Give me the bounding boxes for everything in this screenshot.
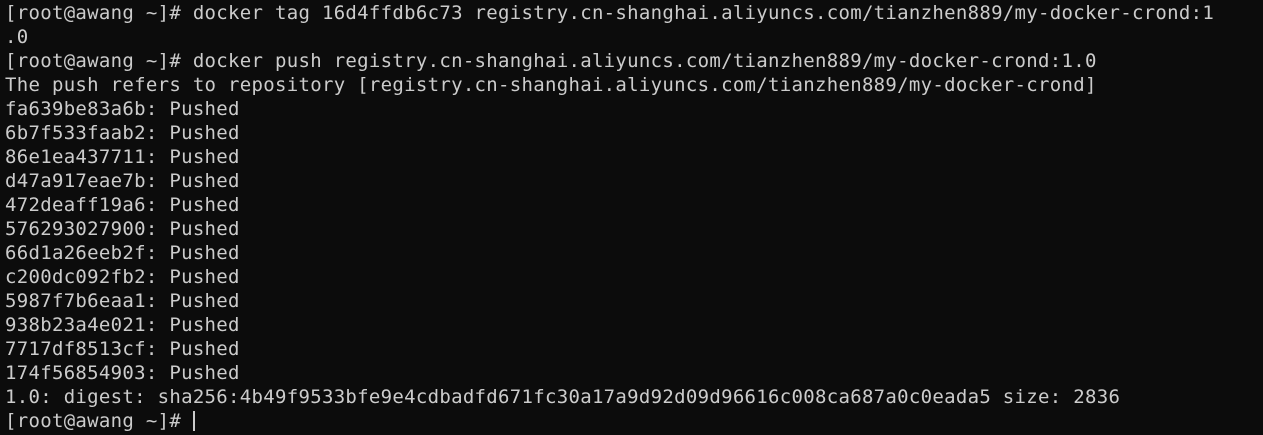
terminal-line: 66d1a26eeb2f: Pushed [5, 242, 240, 264]
terminal-prompt-line[interactable]: [root@awang ~]# [5, 409, 1263, 433]
terminal-line: 1.0: digest: sha256:4b49f9533bfe9e4cdbad… [5, 386, 1121, 408]
terminal-line: 576293027900: Pushed [5, 218, 240, 240]
terminal-line: [root@awang ~]# docker tag 16d4ffdb6c73 … [5, 2, 1215, 24]
terminal-line: c200dc092fb2: Pushed [5, 266, 240, 288]
terminal-line: d47a917eae7b: Pushed [5, 170, 240, 192]
terminal-line: The push refers to repository [registry.… [5, 74, 1097, 96]
terminal-line: 86e1ea437711: Pushed [5, 146, 240, 168]
terminal-line: [root@awang ~]# docker push registry.cn-… [5, 50, 1097, 72]
terminal-line: .0 [5, 26, 29, 48]
terminal-line: 472deaff19a6: Pushed [5, 194, 240, 216]
terminal-line: 7717df8513cf: Pushed [5, 338, 240, 360]
terminal-line: 6b7f533faab2: Pushed [5, 122, 240, 144]
text-cursor [192, 411, 195, 431]
terminal-line: 174f56854903: Pushed [5, 362, 240, 384]
terminal-line: 5987f7b6eaa1: Pushed [5, 290, 240, 312]
terminal-line: fa639be83a6b: Pushed [5, 98, 240, 120]
terminal-window[interactable]: [root@awang ~]# docker tag 16d4ffdb6c73 … [0, 0, 1263, 435]
terminal-line: 938b23a4e021: Pushed [5, 314, 240, 336]
shell-prompt: [root@awang ~]# [5, 410, 193, 432]
